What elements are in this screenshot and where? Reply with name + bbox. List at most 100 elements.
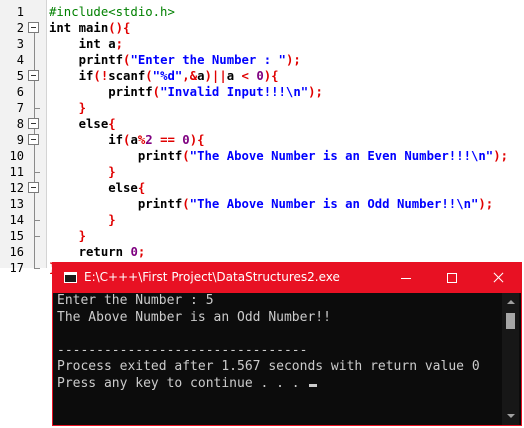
code-token: printf	[49, 149, 183, 163]
code-token: }	[78, 229, 87, 243]
code-line[interactable]: }	[49, 228, 86, 244]
code-token: ==	[160, 133, 183, 147]
code-line[interactable]: printf("Enter the Number : ");	[49, 52, 301, 68]
window-title: E:\C+++\First Project\DataStructures2.ex…	[84, 270, 340, 284]
code-line[interactable]: int a;	[49, 36, 123, 52]
code-token: "Enter the Number : "	[130, 53, 286, 67]
fold-end-marker	[34, 108, 40, 109]
line-number: 10	[9, 149, 24, 163]
code-line[interactable]: }	[49, 164, 116, 180]
console-scrollbar[interactable]	[502, 293, 519, 425]
code-token: a	[226, 69, 242, 83]
code-line[interactable]: else{	[49, 180, 145, 196]
code-line[interactable]: return 0;	[49, 244, 146, 260]
fold-end-marker	[34, 172, 40, 173]
line-number: 3	[16, 37, 24, 51]
code-line[interactable]: printf("The Above Number is an Even Numb…	[49, 148, 508, 164]
minimize-button[interactable]	[383, 263, 429, 293]
code-token: {	[108, 117, 116, 131]
code-token: (){	[108, 21, 131, 35]
code-token: printf	[49, 197, 183, 211]
code-token: a	[130, 133, 138, 147]
line-number: 9	[16, 133, 24, 147]
code-token: (	[152, 85, 161, 99]
code-line[interactable]: int main(){	[49, 20, 130, 36]
code-line[interactable]: printf("The Above Number is an Odd Numbe…	[49, 196, 493, 212]
console-line: --------------------------------	[57, 342, 308, 358]
code-token: (	[145, 69, 153, 83]
line-number: 1	[16, 5, 24, 19]
code-token: );	[308, 85, 323, 99]
code-token: }	[108, 165, 116, 179]
console-line: Process exited after 1.567 seconds with …	[57, 359, 480, 374]
line-number: 13	[9, 197, 24, 211]
code-token: 2	[145, 133, 161, 147]
code-line[interactable]: }	[49, 212, 116, 228]
maximize-button[interactable]	[429, 263, 475, 293]
line-number: 16	[9, 245, 24, 259]
code-token: ){	[263, 69, 279, 83]
code-token: {	[137, 181, 146, 195]
code-token: (	[182, 197, 190, 211]
line-number: 7	[16, 101, 24, 115]
code-token: 0	[256, 69, 264, 83]
code-token: );	[478, 197, 494, 211]
fold-end-marker	[34, 268, 40, 269]
scroll-down-arrow-icon[interactable]	[502, 408, 519, 425]
scroll-up-arrow-icon[interactable]	[502, 293, 519, 310]
code-token: "%d"	[152, 69, 183, 83]
code-line[interactable]: if(!scanf("%d",&a)||a < 0){	[49, 68, 279, 84]
code-token: "Invalid Input!!!\n"	[160, 85, 309, 99]
code-token: else	[49, 117, 109, 131]
fold-end-marker	[34, 220, 40, 221]
close-button[interactable]	[475, 263, 521, 293]
line-number: 15	[9, 229, 24, 243]
code-editor[interactable]: 1 2 3 4 5 6 7 8 9 10 11 12 13 14 15 16 17 #include<stdio…	[0, 0, 524, 275]
console-window[interactable]: E:\C+++\First Project\DataStructures2.ex…	[52, 262, 522, 426]
code-token: #include<stdio.h>	[49, 5, 175, 19]
line-number: 2	[16, 21, 24, 35]
console-app-icon	[64, 272, 77, 283]
code-token: scanf	[108, 69, 146, 83]
line-number: 6	[16, 85, 24, 99]
code-token: );	[285, 53, 301, 67]
code-line[interactable]: #include<stdio.h>	[49, 4, 175, 20]
console-line: The Above Number is an Odd Number!!	[57, 309, 331, 325]
fold-toggle-icon[interactable]	[28, 22, 39, 33]
code-token: <	[241, 69, 257, 83]
console-prompt-line: Press any key to continue . . .	[57, 376, 501, 393]
line-number: 12	[9, 181, 24, 195]
fold-end-marker	[34, 236, 40, 237]
line-number: 17	[9, 261, 24, 275]
scroll-thumb[interactable]	[506, 313, 515, 329]
code-token: )||	[204, 69, 227, 83]
code-line[interactable]: printf("Invalid Input!!!\n");	[49, 84, 323, 100]
code-token: }	[78, 101, 87, 115]
code-line[interactable]: if(a%2 == 0){	[49, 132, 204, 148]
code-line[interactable]: else{	[49, 116, 116, 132]
code-line[interactable]: }	[49, 100, 86, 116]
code-token: 0	[130, 245, 138, 259]
console-output[interactable]: Enter the Number : 5 The Above Number is…	[57, 293, 501, 425]
line-number: 11	[9, 165, 24, 179]
console-line: Enter the Number : 5	[57, 293, 214, 308]
fold-toggle-icon[interactable]	[28, 118, 39, 129]
line-number-gutter: 1 2 3 4 5 6 7 8 9 10 11 12 13 14 15 16 17	[0, 0, 47, 275]
code-token: printf	[49, 85, 153, 99]
code-token: }	[108, 213, 116, 227]
code-token: ,&	[182, 69, 198, 83]
fold-toggle-icon[interactable]	[28, 70, 39, 81]
code-token: if	[49, 69, 94, 83]
fold-toggle-icon[interactable]	[28, 134, 39, 145]
fold-guide	[34, 33, 35, 268]
code-token: ;	[137, 245, 146, 259]
line-number: 14	[9, 213, 24, 227]
code-token: );	[493, 149, 509, 163]
console-title-bar[interactable]: E:\C+++\First Project\DataStructures2.ex…	[53, 263, 521, 293]
fold-toggle-icon[interactable]	[28, 182, 39, 193]
code-token: int main	[49, 21, 109, 35]
